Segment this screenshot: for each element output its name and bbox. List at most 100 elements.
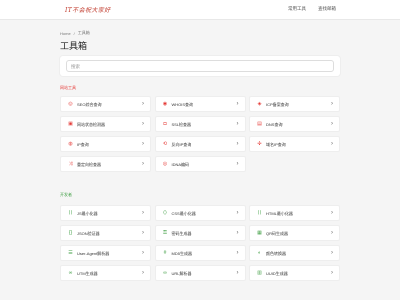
tool-card[interactable]: ◉ WHOIS查询 ›: [154, 96, 246, 112]
code-icon: ⟨⟩: [163, 210, 167, 216]
tool-card[interactable]: # MD5生成器 ›: [154, 245, 246, 261]
globe-icon: ◎: [68, 101, 73, 107]
chevron-right-icon: ›: [142, 121, 144, 127]
tool-card-label: User-Agent解析器: [77, 251, 110, 256]
nav-common-tools[interactable]: 常用工具: [288, 6, 306, 12]
monitor-icon: ▣: [68, 121, 73, 127]
chevron-right-icon: ›: [236, 101, 239, 107]
top-nav: 常用工具 查找邮箱: [288, 6, 336, 12]
tool-card-label: 网站状态检测器: [77, 122, 105, 127]
tool-card-label: IP查询: [77, 142, 89, 147]
agent-icon: ☰: [68, 250, 73, 256]
tool-card-label: 重定向检查器: [77, 162, 101, 167]
tool-card[interactable]: ◈ ICP备案查询 ›: [249, 96, 340, 112]
palette-icon: ◐: [257, 250, 262, 256]
tool-card-label: MD5生成器: [171, 251, 192, 256]
chevron-right-icon: ›: [236, 161, 239, 167]
code-icon: ⟨⟩: [257, 210, 262, 216]
top-bar: IT不会祝大家好 常用工具 查找邮箱: [0, 0, 400, 20]
tool-card-label: QR码生成器: [266, 231, 288, 236]
chevron-right-icon: ›: [236, 141, 239, 147]
tool-card-label: SSL检查器: [171, 122, 192, 127]
chevron-right-icon: ›: [142, 250, 144, 256]
tool-card-label: 密码生成器: [171, 231, 192, 236]
code-icon: ⟨⟩: [68, 210, 73, 216]
tool-card[interactable]: ▣ 网站状态检测器 ›: [60, 116, 151, 132]
tool-card-label: DNS查询: [266, 122, 283, 127]
tool-card-label: SEO综合查询: [77, 102, 102, 107]
chevron-right-icon: ›: [142, 230, 144, 236]
search-panel: [60, 56, 340, 76]
tool-card-label: URL解析器: [171, 271, 192, 276]
link-icon: ∞: [163, 270, 167, 276]
breadcrumb-separator: /: [73, 30, 75, 36]
chevron-right-icon: ›: [331, 210, 333, 216]
server-icon: ▤: [257, 121, 262, 127]
chevron-right-icon: ›: [236, 270, 239, 276]
tool-card-label: HTML最小化器: [266, 211, 293, 216]
tool-card[interactable]: ⟲ 反向IP查询 ›: [154, 136, 246, 152]
globe-icon: ◎: [162, 161, 168, 167]
tool-card[interactable]: ◎ SEO综合查询 ›: [60, 96, 151, 112]
chevron-right-icon: ›: [142, 210, 144, 216]
chevron-right-icon: ›: [331, 230, 333, 236]
hash-icon: #: [163, 250, 167, 256]
search-input[interactable]: [66, 60, 334, 72]
tool-card[interactable]: ◎ IDNA编码 ›: [154, 156, 246, 172]
tool-card[interactable]: ⟨⟩ HTML最小化器 ›: [249, 205, 340, 221]
reverse-icon: ⟲: [162, 141, 168, 147]
tool-card-label: 颜色转换器: [266, 251, 286, 256]
tool-card-label: ICP备案查询: [266, 102, 289, 107]
tool-card[interactable]: ◘ SSL检查器 ›: [154, 116, 246, 132]
chevron-right-icon: ›: [142, 101, 144, 107]
chevron-right-icon: ›: [236, 210, 239, 216]
chevron-right-icon: ›: [236, 230, 239, 236]
tool-card[interactable]: ⚿ 密码生成器 ›: [154, 225, 246, 241]
chevron-right-icon: ›: [331, 270, 333, 276]
chevron-right-icon: ›: [142, 270, 144, 276]
tool-card[interactable]: ∞ URL解析器 ›: [154, 265, 246, 281]
link-icon: ∞: [68, 270, 73, 276]
page-title: 工具箱: [60, 41, 88, 51]
tool-card-label: CSS最小化器: [171, 211, 196, 216]
site-logo[interactable]: IT不会祝大家好: [65, 5, 111, 14]
tool-card[interactable]: ⟨⟩ CSS最小化器 ›: [154, 205, 246, 221]
section-label-developer: 开发者: [60, 192, 72, 197]
key-icon: ⚿: [163, 230, 167, 236]
tool-card[interactable]: ▥ UUID生成器 ›: [249, 265, 340, 281]
chevron-right-icon: ›: [236, 250, 239, 256]
tool-card[interactable]: ◐ 颜色转换器 ›: [249, 245, 340, 261]
user-icon: ◉: [162, 101, 168, 107]
id-icon: ▥: [257, 270, 262, 276]
tool-card[interactable]: ▦ QR码生成器 ›: [249, 225, 340, 241]
tool-card-label: JS最小化器: [77, 211, 98, 216]
lock-icon: ◘: [163, 121, 167, 127]
chevron-right-icon: ›: [331, 121, 333, 127]
tool-card[interactable]: ▤ DNS查询 ›: [249, 116, 340, 132]
network-icon: ✣: [257, 141, 262, 147]
chevron-right-icon: ›: [142, 161, 144, 167]
tool-card[interactable]: ☰ User-Agent解析器 ›: [60, 245, 151, 261]
tool-card[interactable]: ⟨⟩ JS最小化器 ›: [60, 205, 151, 221]
qr-icon: ▦: [257, 230, 262, 236]
tool-card-label: IDNA编码: [171, 162, 190, 167]
tool-card[interactable]: ✣ 域名IP查询 ›: [249, 136, 340, 152]
tool-card[interactable]: ⤨ 重定向检查器 ›: [60, 156, 151, 172]
tool-card[interactable]: ∞ UTM生成器 ›: [60, 265, 151, 281]
chevron-right-icon: ›: [331, 101, 333, 107]
ip-icon: ◍: [68, 141, 73, 147]
breadcrumb-home[interactable]: Home: [60, 31, 71, 36]
chevron-right-icon: ›: [331, 250, 333, 256]
tool-card[interactable]: ◍ IP查询 ›: [60, 136, 151, 152]
tool-card-label: JSON验证器: [77, 231, 100, 236]
section-label-website: 网站工具: [60, 85, 76, 90]
tool-card-label: UTM生成器: [77, 271, 98, 276]
breadcrumb: Home / 工具箱: [60, 30, 90, 36]
chevron-right-icon: ›: [142, 141, 144, 147]
nav-find-email[interactable]: 查找邮箱: [318, 6, 336, 12]
tool-card[interactable]: {} JSON验证器 ›: [60, 225, 151, 241]
shield-icon: ◈: [257, 101, 262, 107]
tool-card-label: 域名IP查询: [266, 142, 286, 147]
tool-card-label: UUID生成器: [266, 271, 288, 276]
chevron-right-icon: ›: [236, 121, 239, 127]
